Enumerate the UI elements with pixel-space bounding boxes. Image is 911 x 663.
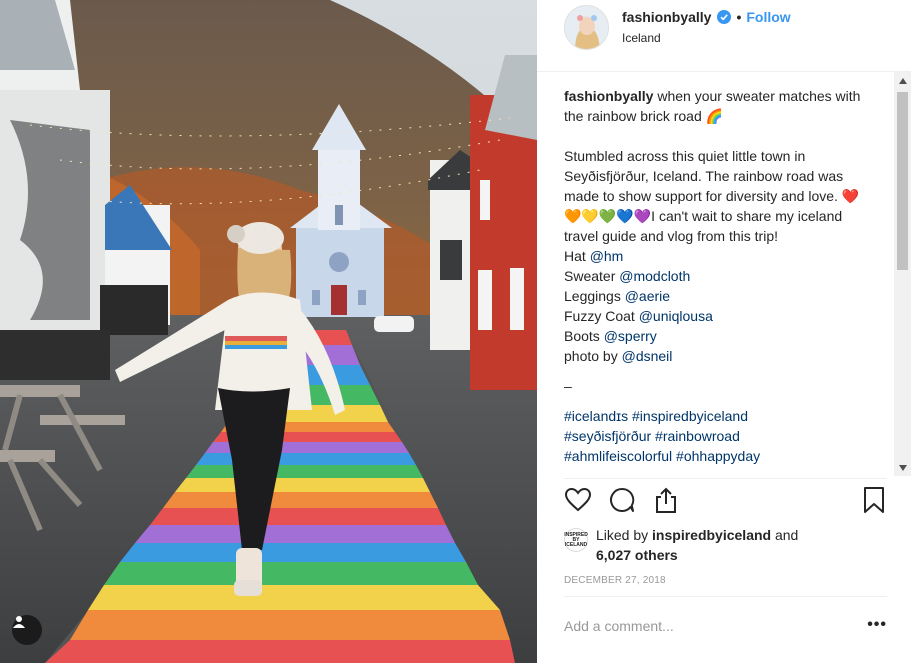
avatar[interactable] — [564, 5, 609, 50]
caption-username[interactable]: fashionbyally — [564, 88, 653, 104]
credit-line: Boots @sperry — [564, 326, 876, 346]
separator-dot: • — [736, 9, 742, 25]
caption: fashionbyally when your sweater matches … — [564, 86, 876, 479]
save-button[interactable] — [861, 486, 889, 514]
more-options-icon[interactable]: ••• — [867, 616, 887, 634]
location-link[interactable]: Iceland — [622, 31, 661, 45]
likes-summary: INSPIRED BY ICELAND Liked by inspiredbyi… — [564, 525, 884, 569]
credit-label: Fuzzy Coat — [564, 308, 639, 324]
comment-form: ••• — [564, 612, 889, 646]
comment-button[interactable] — [608, 486, 636, 514]
divider — [564, 478, 887, 479]
scroll-up-arrow-icon[interactable] — [894, 72, 911, 89]
hashtag-link[interactable]: #icelandɪs #inspiredbyiceland — [564, 406, 876, 426]
action-bar — [564, 486, 889, 518]
heart-icon — [564, 487, 592, 512]
credit-label: Leggings — [564, 288, 625, 304]
caption-paragraph: Stumbled across this quiet little town i… — [564, 148, 860, 244]
hashtag-link[interactable]: #seyðisfjörður #rainbowroad — [564, 426, 876, 446]
share-icon — [656, 487, 676, 513]
likes-prefix: Liked by — [596, 527, 653, 543]
header-user-row: fashionbyally • Follow — [622, 9, 791, 25]
credit-label: photo by — [564, 348, 622, 364]
credit-line: Sweater @modcloth — [564, 266, 876, 286]
post-date[interactable]: December 27, 2018 — [564, 575, 666, 586]
likes-count-link[interactable]: 6,027 others — [596, 547, 678, 563]
bookmark-icon — [864, 487, 884, 513]
credit-line: Fuzzy Coat @uniqlousa — [564, 306, 876, 326]
credit-label: Sweater — [564, 268, 620, 284]
credit-label: Boots — [564, 328, 604, 344]
follow-button[interactable]: Follow — [746, 9, 790, 25]
mention-link[interactable]: @sperry — [604, 328, 657, 344]
caption-dash: – — [564, 378, 572, 394]
caption-first-line: fashionbyally when your sweater matches … — [564, 86, 876, 126]
likes-and: and — [771, 527, 799, 543]
share-button[interactable] — [652, 486, 680, 514]
mention-link[interactable]: @hm — [590, 248, 624, 264]
credit-label: Hat — [564, 248, 590, 264]
mention-link[interactable]: @dsneil — [622, 348, 673, 364]
verified-badge-icon — [717, 10, 732, 24]
caption-scrollbar[interactable] — [894, 72, 911, 476]
post-photo[interactable] — [0, 0, 537, 663]
divider — [564, 596, 887, 597]
credit-line: Hat @hm — [564, 246, 876, 266]
scroll-down-arrow-icon[interactable] — [894, 459, 911, 476]
hashtag-list: #icelandɪs #inspiredbyiceland #seyðisfjö… — [564, 406, 876, 466]
liker-avatar[interactable]: INSPIRED BY ICELAND — [564, 528, 588, 552]
post-header: fashionbyally • Follow Iceland — [537, 0, 911, 72]
post-panel: fashionbyally • Follow Iceland fashionby… — [537, 0, 911, 663]
comment-input[interactable] — [564, 618, 844, 634]
comment-icon — [610, 487, 635, 512]
likes-text: Liked by inspiredbyiceland and 6,027 oth… — [596, 525, 798, 565]
rainbow-road-photo — [0, 0, 537, 663]
mention-link[interactable]: @aerie — [625, 288, 670, 304]
person-icon — [13, 616, 25, 628]
credits-list: Hat @hm Sweater @modcloth Leggings @aeri… — [564, 246, 876, 366]
like-button[interactable] — [564, 486, 592, 514]
username-link[interactable]: fashionbyally — [622, 9, 711, 25]
mention-link[interactable]: @modcloth — [619, 268, 690, 284]
credit-line: Leggings @aerie — [564, 286, 876, 306]
scrollbar-thumb[interactable] — [897, 92, 908, 270]
profile-picture — [565, 6, 608, 49]
user-tag-icon[interactable] — [12, 615, 42, 645]
hashtag-link[interactable]: #ahmlifeiscolorful #ohhappyday — [564, 446, 876, 466]
liker-username-link[interactable]: inspiredbyiceland — [652, 527, 771, 543]
credit-line: photo by @dsneil — [564, 346, 876, 366]
mention-link[interactable]: @uniqlousa — [639, 308, 713, 324]
